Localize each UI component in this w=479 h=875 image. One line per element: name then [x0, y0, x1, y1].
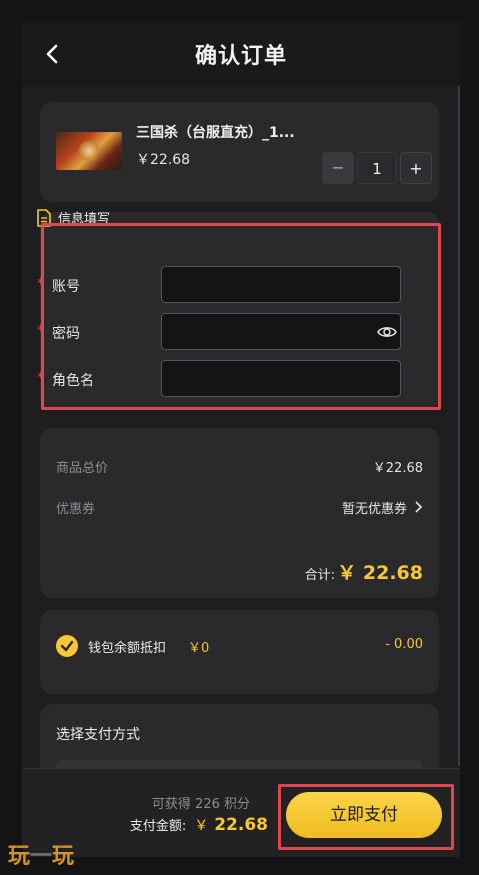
- product-thumbnail: [56, 132, 122, 170]
- goods-total-label: 商品总价: [56, 461, 109, 476]
- pay-amount-value: 22.68: [214, 815, 268, 835]
- wallet-deduct: - 0.00: [385, 637, 423, 652]
- wallet-amount: ￥0: [188, 641, 210, 656]
- quantity-value[interactable]: 1: [357, 152, 397, 184]
- total-value: ￥ 22.68: [337, 562, 423, 584]
- goods-total-value: ￥22.68: [372, 461, 423, 476]
- payment-method-title: 选择支付方式: [56, 727, 140, 743]
- currency-symbol: ￥: [194, 818, 209, 834]
- coupon-row[interactable]: 优惠券 暂无优惠券: [56, 498, 423, 517]
- checkmark-circle-icon[interactable]: [56, 635, 78, 657]
- points-text: 可获得 226 积分: [151, 797, 250, 812]
- product-price: ￥22.68: [136, 152, 191, 168]
- summary-card: 商品总价 ￥22.68 优惠券 暂无优惠券 合计: ￥ 22.68: [40, 428, 439, 598]
- header-bar: 确认订单: [22, 22, 460, 86]
- decrease-button[interactable]: −: [322, 152, 354, 184]
- watermark-logo: 玩一玩: [8, 843, 75, 869]
- total-label: 合计:: [304, 568, 335, 583]
- pay-now-button[interactable]: 立即支付: [286, 792, 442, 838]
- quantity-stepper: − 1 +: [322, 152, 432, 184]
- coupon-value[interactable]: 暂无优惠券: [342, 498, 407, 517]
- wallet-card: 钱包余额抵扣 ￥0 - 0.00: [40, 610, 439, 694]
- coupon-label: 优惠券: [56, 502, 96, 517]
- pay-amount-line: 支付金额: ￥ 22.68: [130, 815, 268, 835]
- product-card: 三国杀（台服直充）_1... ￥22.68 − 1 +: [40, 102, 439, 202]
- chevron-right-icon: [415, 501, 423, 513]
- product-name: 三国杀（台服直充）_1...: [136, 125, 295, 141]
- increase-button[interactable]: +: [400, 152, 432, 184]
- divider: [458, 86, 460, 766]
- order-screen: 确认订单 三国杀（台服直充）_1... ￥22.68 − 1 + 商品总价 ￥2…: [22, 22, 460, 857]
- goods-total-row: 商品总价 ￥22.68: [56, 457, 423, 476]
- pay-amount-label: 支付金额:: [129, 819, 187, 834]
- wallet-label: 钱包余额抵扣: [88, 641, 167, 656]
- page-title: 确认订单: [194, 44, 287, 69]
- info-highlight-box: [41, 223, 441, 410]
- checkout-footer: 可获得 226 积分 支付金额: ￥ 22.68 立即支付: [22, 768, 460, 857]
